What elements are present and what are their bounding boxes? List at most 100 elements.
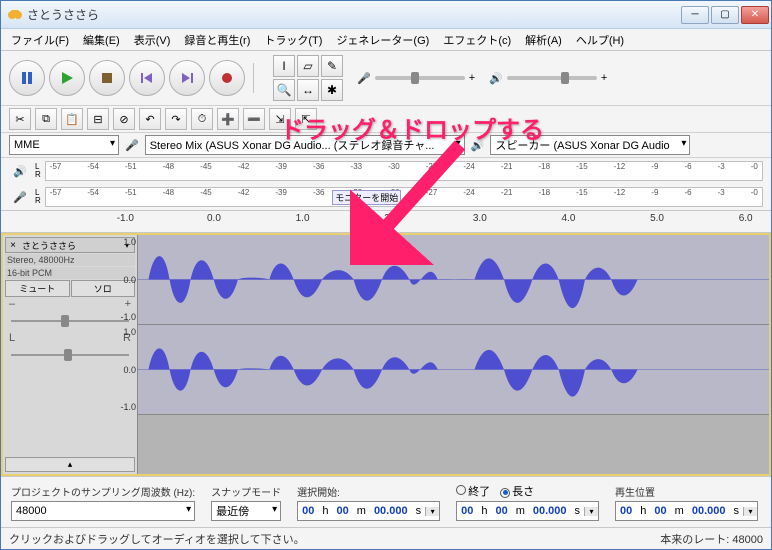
multi-tool-icon[interactable]: ✱ xyxy=(321,79,343,101)
output-volume-slider[interactable] xyxy=(507,76,597,80)
menu-generate[interactable]: ジェネレーター(G) xyxy=(330,30,435,50)
mic-gain-slider[interactable] xyxy=(375,76,465,80)
window-title: さとうささら xyxy=(27,6,681,23)
zoom-out-icon[interactable]: ➖ xyxy=(243,108,265,130)
zoom-in-icon[interactable]: ➕ xyxy=(217,108,239,130)
end-length-radio-group: 終了 長さ xyxy=(456,483,599,499)
menu-view[interactable]: 表示(V) xyxy=(128,30,177,50)
menu-record[interactable]: 録音と再生(r) xyxy=(178,30,256,50)
track-name[interactable]: さとうささら xyxy=(20,239,120,252)
tracks-area: × さとうささら ▾ Stereo, 48000Hz 16-bit PCM ミュ… xyxy=(1,233,771,476)
close-button[interactable]: ✕ xyxy=(741,6,769,24)
play-device-icon: 🔊 xyxy=(471,139,485,152)
ruler-tick: 3.0 xyxy=(473,213,487,224)
maximize-button[interactable]: ▢ xyxy=(711,6,739,24)
window-controls: ─ ▢ ✕ xyxy=(681,6,769,24)
speaker-icon: 🔊 xyxy=(489,72,503,85)
transport-toolbar: I ▱ ✎ 🔍 ↔ ✱ 🎤 + 🔊 + xyxy=(1,51,771,106)
silence-icon[interactable]: ⊘ xyxy=(113,108,135,130)
ruler-tick: 0.0 xyxy=(207,213,221,224)
waveform-left-channel[interactable]: 1.0 0.0 -1.0 xyxy=(138,235,769,325)
selection-tool-icon[interactable]: I xyxy=(273,55,295,77)
menu-analyze[interactable]: 解析(A) xyxy=(519,30,568,50)
zoom-tool-icon[interactable]: 🔍 xyxy=(273,79,295,101)
fit-selection-icon[interactable]: ⇲ xyxy=(269,108,291,130)
record-meter[interactable]: -57-54-51-48-45-42-39-36-33-30-27-24-21-… xyxy=(45,187,763,207)
play-button[interactable] xyxy=(49,60,85,96)
selection-toolbar: プロジェクトのサンプリング周波数 (Hz): 48000 スナップモード 最近傍… xyxy=(1,476,771,527)
waveform-area[interactable]: 1.0 0.0 -1.0 1.0 0.0 -1.0 xyxy=(138,235,769,474)
record-meter-row: 🎤 LR -57-54-51-48-45-42-39-36-33-30-27-2… xyxy=(1,184,771,210)
mic-plus-icon: + xyxy=(469,72,475,84)
pan-slider[interactable] xyxy=(11,348,129,362)
titlebar: さとうささら ─ ▢ ✕ xyxy=(1,1,771,29)
selection-length-spinner[interactable]: 00h 00m 00.000s ▾ xyxy=(456,501,599,521)
length-radio[interactable]: 長さ xyxy=(500,483,534,499)
record-button[interactable] xyxy=(209,60,245,96)
end-radio[interactable]: 終了 xyxy=(456,483,490,499)
snap-label: スナップモード xyxy=(211,484,281,499)
waveform-right-channel[interactable]: 1.0 0.0 -1.0 xyxy=(138,325,769,415)
menu-file[interactable]: ファイル(F) xyxy=(5,30,75,50)
monitor-start-hint[interactable]: モニターを開始 xyxy=(332,190,401,205)
timeshift-tool-icon[interactable]: ↔ xyxy=(297,79,319,101)
stop-button[interactable] xyxy=(89,60,125,96)
volume-plus-icon: + xyxy=(601,72,607,84)
toolbar-divider xyxy=(253,63,257,93)
sync-lock-icon[interactable]: ⏱ xyxy=(191,108,213,130)
menu-effect[interactable]: エフェクト(c) xyxy=(437,30,517,50)
track-format-line1: Stereo, 48000Hz xyxy=(5,254,135,266)
undo-icon[interactable]: ↶ xyxy=(139,108,161,130)
timeline-ruler[interactable]: -1.0 0.0 1.0 2.0 3.0 4.0 5.0 6.0 xyxy=(1,211,771,233)
app-window: さとうささら ─ ▢ ✕ ファイル(F) 編集(E) 表示(V) 録音と再生(r… xyxy=(0,0,772,550)
meter-area: 🔊 LR -57-54-51-48-45-42-39-36-33-30-27-2… xyxy=(1,158,771,211)
record-meter-lr: LR xyxy=(35,189,41,205)
cut-icon[interactable]: ✂ xyxy=(9,108,31,130)
ruler-tick: -1.0 xyxy=(117,213,134,224)
recording-device-combo[interactable]: Stereo Mix (ASUS Xonar DG Audio... (ステレオ… xyxy=(145,135,465,155)
mute-button[interactable]: ミュート xyxy=(5,280,70,297)
spinner-arrow-icon[interactable]: ▾ xyxy=(425,507,439,516)
ruler-tick: 4.0 xyxy=(561,213,575,224)
audio-host-combo[interactable]: MME xyxy=(9,135,119,155)
selection-start-label: 選択開始: xyxy=(297,484,440,499)
play-position-spinner[interactable]: 00h 00m 00.000s ▾ xyxy=(615,501,758,521)
ruler-tick: 1.0 xyxy=(296,213,310,224)
snap-combo[interactable]: 最近傍 xyxy=(211,501,281,521)
output-volume-group: 🔊 + xyxy=(489,72,607,85)
track-close-button[interactable]: × xyxy=(6,240,20,251)
status-actual-rate: 本来のレート: 48000 xyxy=(660,531,763,547)
envelope-tool-icon[interactable]: ▱ xyxy=(297,55,319,77)
pause-button[interactable] xyxy=(9,60,45,96)
ruler-tick: 6.0 xyxy=(739,213,753,224)
menu-edit[interactable]: 編集(E) xyxy=(77,30,126,50)
mic-meter-icon: 🎤 xyxy=(9,187,31,207)
playback-meter[interactable]: -57-54-51-48-45-42-39-36-33-30-27-24-21-… xyxy=(45,161,763,181)
draw-tool-icon[interactable]: ✎ xyxy=(321,55,343,77)
redo-icon[interactable]: ↷ xyxy=(165,108,187,130)
pan-label-l: L xyxy=(9,332,15,344)
rec-device-icon: 🎤 xyxy=(125,139,139,152)
skip-start-button[interactable] xyxy=(129,60,165,96)
playback-meter-row: 🔊 LR -57-54-51-48-45-42-39-36-33-30-27-2… xyxy=(1,158,771,184)
paste-icon[interactable]: 📋 xyxy=(61,108,83,130)
fit-project-icon[interactable]: ⇱ xyxy=(295,108,317,130)
playback-device-combo[interactable]: スピーカー (ASUS Xonar DG Audio xyxy=(490,135,690,155)
minimize-button[interactable]: ─ xyxy=(681,6,709,24)
menu-help[interactable]: ヘルプ(H) xyxy=(570,30,630,50)
spinner-arrow-icon[interactable]: ▾ xyxy=(584,507,598,516)
collapse-button[interactable]: ▴ xyxy=(5,457,135,472)
copy-icon[interactable]: ⧉ xyxy=(35,108,57,130)
gain-slider[interactable] xyxy=(11,314,129,328)
ruler-tick: 2.0 xyxy=(384,213,398,224)
spinner-arrow-icon[interactable]: ▾ xyxy=(743,507,757,516)
statusbar: クリックおよびドラッグしてオーディオを選択して下さい。 本来のレート: 4800… xyxy=(1,527,771,549)
menu-track[interactable]: トラック(T) xyxy=(258,30,328,50)
selection-start-spinner[interactable]: 00h 00m 00.000s ▾ xyxy=(297,501,440,521)
play-position-label: 再生位置 xyxy=(615,484,758,499)
trim-icon[interactable]: ⊟ xyxy=(87,108,109,130)
playback-ticks: -57-54-51-48-45-42-39-36-33-30-27-24-21-… xyxy=(46,162,762,171)
skip-end-button[interactable] xyxy=(169,60,205,96)
project-rate-combo[interactable]: 48000 xyxy=(11,501,195,521)
mic-gain-group: 🎤 + xyxy=(357,72,475,85)
